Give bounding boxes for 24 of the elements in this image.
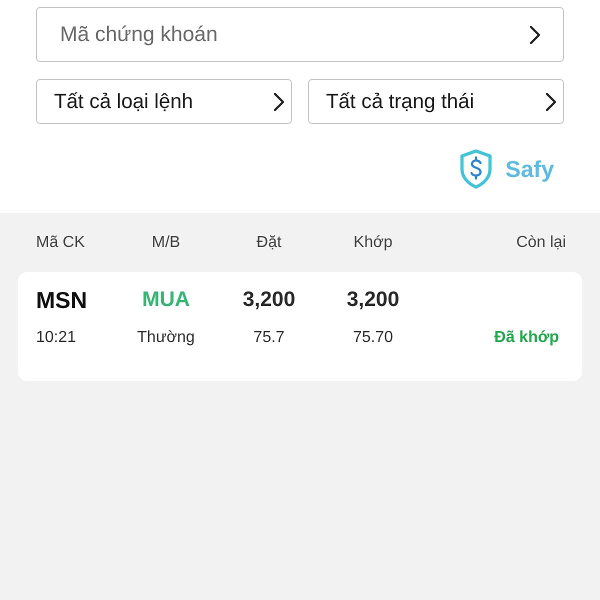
stock-symbol-placeholder: Mã chứng khoán [60,22,218,46]
column-header: Đặt [256,234,282,252]
filter-dropdown[interactable]: Tất cả loại lệnh [36,79,292,124]
order-quantity: 3,200 [242,288,296,312]
chevron-right-icon [529,24,541,44]
column-header: Khớp [354,234,392,252]
filter-dropdown[interactable]: Tất cả trạng thái [308,79,564,124]
order-price: 75.7 [253,329,285,347]
column-header: Còn lại [516,234,566,252]
order-time: 10:21 [36,329,76,347]
order-side: MUA [142,288,190,312]
brand-name: Safy [505,156,554,182]
order-card[interactable]: MSN MUA 3,200 3,200 10:21 Thường 75.7 75.70 Đã khớp [18,272,582,381]
column-header: M/B [152,234,180,252]
order-status: Đã khớp [494,329,559,347]
shield-dollar-icon [459,149,494,189]
chevron-right-icon [545,92,557,112]
stock-symbol-field[interactable]: Mã chứng khoán [36,7,564,62]
chevron-right-icon [273,92,285,112]
matched-price: 75.70 [352,329,394,347]
matched-quantity: 3,200 [346,288,400,312]
column-header: Mã CK [36,234,85,252]
order-type: Thường [137,329,195,347]
stock-symbol: MSN [36,286,88,314]
